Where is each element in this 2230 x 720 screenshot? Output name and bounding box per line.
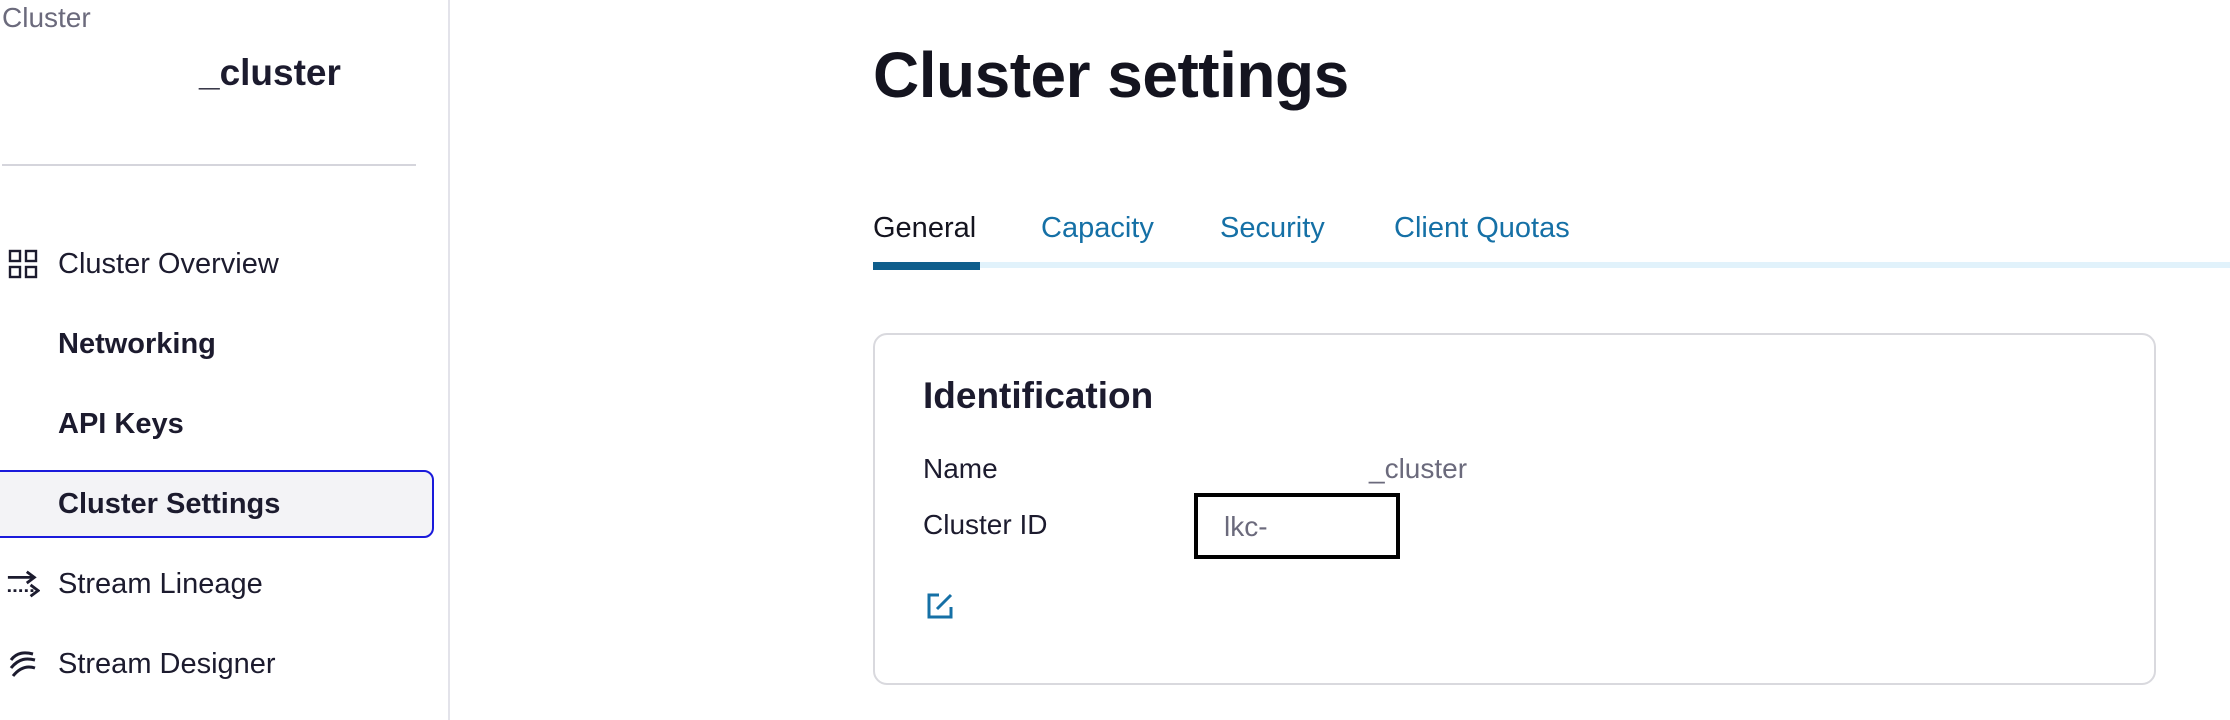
sidebar-divider [2, 164, 416, 166]
sidebar-item-stream-designer[interactable]: Stream Designer [0, 630, 434, 698]
stream-designer-icon [6, 647, 40, 681]
sidebar-item-label: Cluster Overview [58, 247, 279, 280]
edit-icon [925, 593, 955, 625]
tab-capacity[interactable]: Capacity [1041, 212, 1154, 245]
tab-client-quotas[interactable]: Client Quotas [1394, 212, 1570, 245]
card-title: Identification [923, 375, 1154, 416]
sidebar-item-label: API Keys [58, 407, 184, 440]
stream-lineage-icon [6, 567, 40, 601]
cluster-id-value: lkc- [1224, 511, 1268, 542]
sidebar-item-networking[interactable]: Networking [0, 310, 434, 378]
page-title: Cluster settings [873, 39, 1349, 111]
sidebar: Cluster _cluster Cluster Overview Networ… [0, 0, 450, 720]
cluster-id-value-box[interactable]: lkc- [1194, 493, 1400, 559]
grid-icon [6, 247, 40, 281]
name-label: Name [923, 453, 998, 484]
edit-button[interactable] [925, 591, 955, 621]
tab-track [873, 262, 2230, 268]
cluster-name: _cluster [199, 52, 341, 93]
settings-tabs: General Capacity Security Client Quotas [873, 200, 2230, 270]
sidebar-item-label: Stream Designer [58, 647, 276, 680]
identification-card: Identification Name _cluster Cluster ID … [873, 333, 2156, 685]
name-value: _cluster [1369, 453, 1468, 484]
sidebar-item-label: Networking [58, 327, 216, 360]
sidebar-item-cluster-overview[interactable]: Cluster Overview [0, 230, 434, 298]
sidebar-item-cluster-settings[interactable]: Cluster Settings [0, 470, 434, 538]
sidebar-item-stream-lineage[interactable]: Stream Lineage [0, 550, 434, 618]
active-tab-indicator [873, 262, 980, 270]
cluster-id-label: Cluster ID [923, 509, 1048, 540]
breadcrumb[interactable]: Cluster [2, 2, 91, 34]
sidebar-item-api-keys[interactable]: API Keys [0, 390, 434, 458]
sidebar-item-label: Stream Lineage [58, 567, 263, 600]
tab-general[interactable]: General [873, 212, 976, 245]
sidebar-item-label: Cluster Settings [58, 487, 281, 520]
tab-security[interactable]: Security [1220, 212, 1325, 245]
